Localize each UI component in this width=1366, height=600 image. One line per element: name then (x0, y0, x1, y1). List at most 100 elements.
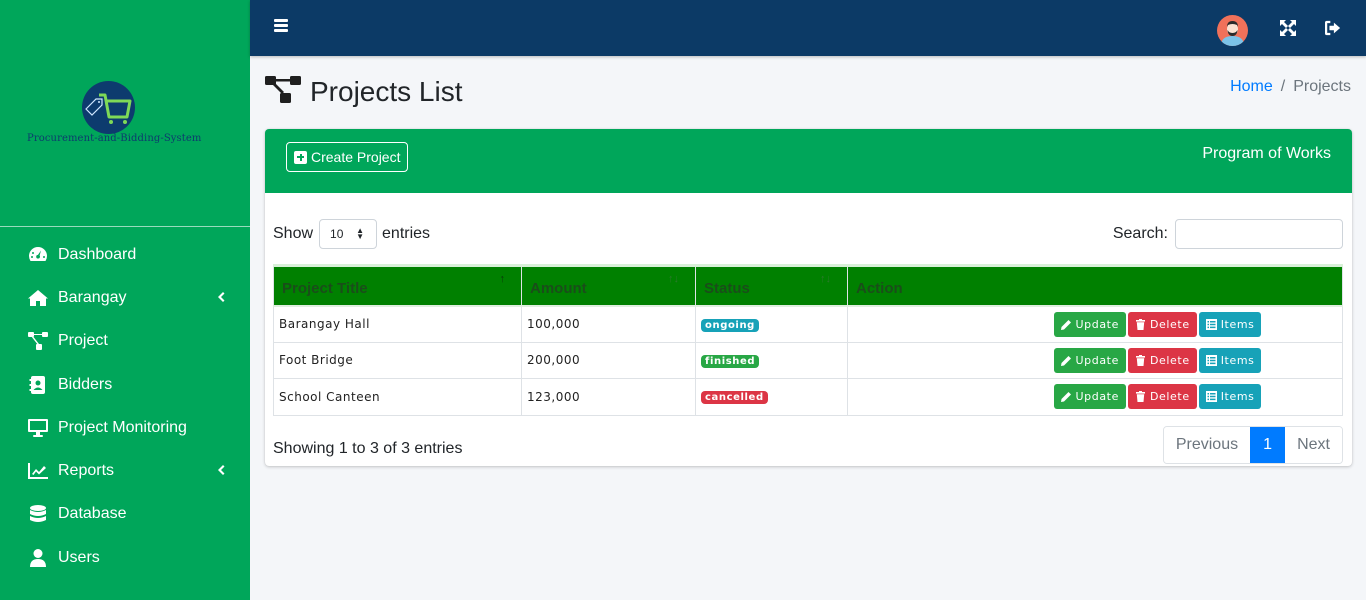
sort-icon: ↑↓ (668, 273, 679, 285)
cell-status: cancelled (695, 378, 848, 416)
sidebar-item-label: Database (58, 505, 127, 523)
address-book-icon (27, 375, 49, 395)
column-header-project-title[interactable]: Project Title ↑ (273, 265, 522, 306)
create-project-label: Create Project (311, 149, 401, 165)
search-input[interactable] (1175, 218, 1343, 249)
cell-amount: 100,000 (521, 305, 696, 343)
sitemap-icon (27, 331, 49, 351)
sign-out-icon[interactable] (1325, 20, 1343, 36)
topbar (250, 0, 1366, 56)
sidebar-item-barangay[interactable]: Barangay (0, 276, 250, 319)
length-control: Show 10 ▲ ▼ entries (273, 218, 430, 249)
expand-icon[interactable] (1280, 20, 1296, 36)
cell-amount: 200,000 (521, 341, 696, 379)
sidebar-item-label: Reports (58, 462, 115, 480)
column-header-action: Action (847, 265, 1343, 306)
chevron-left-icon[interactable] (216, 463, 226, 479)
tachometer-icon (27, 245, 49, 265)
user-avatar[interactable] (1217, 15, 1248, 46)
breadcrumb-home[interactable]: Home (1230, 78, 1273, 96)
sidebar-item-label: Bidders (58, 375, 113, 393)
items-button[interactable]: Items (1198, 384, 1262, 410)
sidebar-item-label: Barangay (58, 288, 127, 306)
cell-actions: Update Delete Items (847, 378, 1343, 416)
show-label: Show (273, 224, 314, 242)
length-value: 10 (330, 226, 344, 241)
column-header-amount[interactable]: Amount ↑↓ (521, 265, 696, 306)
delete-button[interactable]: Delete (1127, 384, 1197, 410)
sidebar-item-users[interactable]: Users (0, 536, 250, 579)
status-badge: ongoing (701, 318, 759, 332)
page-title: Projects List (310, 75, 463, 107)
trash-icon (1135, 391, 1145, 403)
page-header: Projects List (265, 74, 463, 109)
projects-card: Create Project Program of Works Show 10 … (265, 129, 1352, 466)
table-info: Showing 1 to 3 of 3 entries (273, 440, 463, 457)
status-badge: finished (701, 354, 760, 368)
cell-project-title: Foot Bridge (273, 341, 522, 379)
pencil-icon (1060, 392, 1071, 403)
breadcrumb-current: Projects (1293, 78, 1351, 95)
sidebar-item-project[interactable]: Project (0, 320, 250, 363)
shopping-cart-icon (85, 93, 132, 124)
table-row: Foot Bridge 200,000 finished Update Delete It… (273, 341, 1343, 379)
sort-icon: ↑↓ (820, 273, 831, 285)
pencil-icon (1060, 355, 1071, 366)
cell-status: ongoing (695, 305, 848, 343)
home-icon (27, 288, 49, 308)
sidebar: Procurement-and-Bidding-System Dashboard… (0, 0, 250, 600)
sidebar-item-label: Dashboard (58, 245, 137, 263)
delete-button[interactable]: Delete (1127, 347, 1197, 373)
update-button[interactable]: Update (1053, 347, 1126, 373)
sitemap-icon (265, 74, 302, 109)
breadcrumb-separator: / (1280, 78, 1286, 95)
status-badge: cancelled (701, 391, 768, 405)
search-control: Search: (1113, 218, 1343, 249)
card-header: Create Project Program of Works (265, 129, 1352, 193)
pagination-next[interactable]: Next (1285, 427, 1342, 463)
pagination-page-1[interactable]: 1 (1250, 427, 1286, 463)
pencil-icon (1060, 319, 1071, 330)
table-row: School Canteen 123,000 cancelled Update Dele… (273, 378, 1343, 416)
create-project-button[interactable]: Create Project (286, 142, 409, 172)
sidebar-item-dashboard[interactable]: Dashboard (0, 233, 250, 276)
sort-asc-icon: ↑ (499, 273, 506, 285)
search-label: Search: (1112, 224, 1168, 242)
items-button[interactable]: Items (1198, 347, 1262, 373)
delete-button[interactable]: Delete (1127, 311, 1197, 337)
items-button[interactable]: Items (1198, 311, 1262, 337)
list-alt-icon (1205, 318, 1217, 330)
list-alt-icon (1205, 354, 1217, 366)
sidebar-item-reports[interactable]: Reports (0, 449, 250, 492)
sidebar-item-project-monitoring[interactable]: Project Monitoring (0, 406, 250, 449)
cell-project-title: School Canteen (273, 378, 522, 416)
cell-actions: Update Delete Items (847, 341, 1343, 379)
sidebar-nav: Dashboard Barangay Project Bidders Proje… (0, 233, 250, 579)
trash-icon (1135, 354, 1145, 366)
breadcrumb: Home / Projects (1230, 78, 1351, 96)
sort-arrows-icon: ▲ ▼ (356, 225, 365, 241)
column-header-status[interactable]: Status ↑↓ (695, 265, 848, 306)
bars-icon[interactable] (274, 19, 288, 33)
table-controls: Show 10 ▲ ▼ entries Search: (273, 218, 1343, 249)
cell-actions: Update Delete Items (847, 305, 1343, 343)
user-icon (27, 548, 49, 568)
desktop-icon (27, 418, 49, 438)
cell-status: finished (695, 341, 848, 379)
table-header-row: Project Title ↑ Amount ↑↓ Status ↑↓ Action (273, 265, 1343, 306)
sidebar-item-database[interactable]: Database (0, 493, 250, 536)
update-button[interactable]: Update (1053, 384, 1126, 410)
pagination: Previous 1 Next (1162, 426, 1343, 464)
chart-line-icon (27, 461, 49, 481)
pagination-previous[interactable]: Previous (1163, 427, 1251, 463)
list-alt-icon (1205, 391, 1217, 403)
update-button[interactable]: Update (1053, 311, 1126, 337)
brand-logo[interactable] (82, 81, 135, 134)
database-icon (27, 504, 49, 524)
cell-project-title: Barangay Hall (273, 305, 522, 343)
entries-length-select[interactable]: 10 ▲ ▼ (319, 218, 378, 249)
sidebar-item-label: Users (58, 548, 100, 566)
plus-square-icon (294, 150, 307, 164)
sidebar-item-bidders[interactable]: Bidders (0, 363, 250, 406)
chevron-left-icon[interactable] (216, 290, 226, 306)
